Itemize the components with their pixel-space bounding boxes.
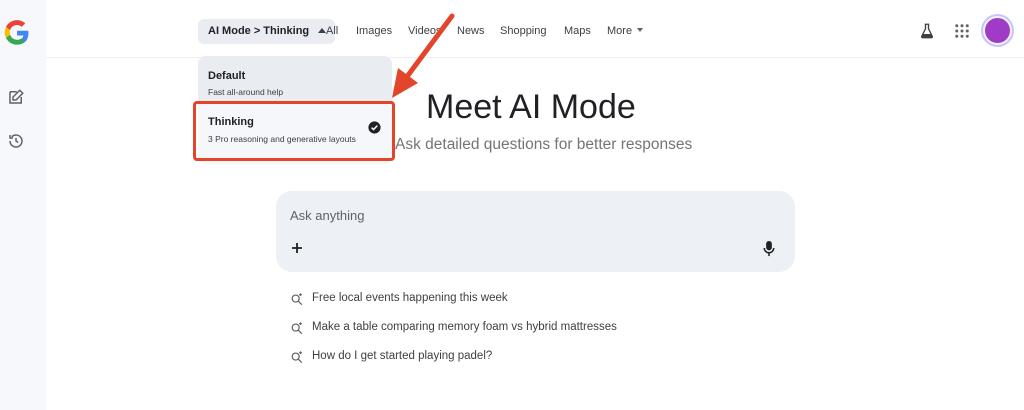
ask-input[interactable]	[290, 205, 690, 225]
mode-option-default[interactable]: Default Fast all-around help	[198, 56, 392, 102]
left-rail	[0, 0, 46, 410]
page-subtitle: Ask detailed questions for better respon…	[395, 136, 693, 153]
mode-option-description: Fast all-around help	[208, 87, 284, 97]
apps-grid-icon[interactable]	[953, 22, 971, 40]
search-sparkle-icon	[291, 293, 303, 306]
mode-selector-label: AI Mode > Thinking	[208, 25, 310, 37]
prompt-box	[276, 191, 795, 272]
suggestion-text: How do I get started playing padel?	[312, 350, 493, 362]
google-logo-icon[interactable]	[3, 19, 31, 47]
history-icon[interactable]	[7, 132, 25, 150]
tab-more-label: More	[607, 25, 633, 37]
suggestion-item[interactable]: Make a table comparing memory foam vs hy…	[290, 320, 670, 336]
annotation-highlight-box	[193, 101, 395, 161]
mic-icon[interactable]	[762, 240, 776, 257]
search-sparkle-icon	[291, 322, 303, 335]
suggestion-item[interactable]: How do I get started playing padel?	[290, 349, 670, 365]
plus-icon[interactable]	[291, 242, 303, 254]
annotation-arrow-icon	[392, 13, 455, 98]
tab-news[interactable]: News	[457, 25, 485, 37]
suggestion-text: Make a table comparing memory foam vs hy…	[312, 321, 617, 333]
chevron-down-icon	[637, 28, 644, 32]
tab-maps[interactable]: Maps	[564, 25, 591, 37]
tab-shopping[interactable]: Shopping	[500, 25, 547, 37]
mode-selector-button[interactable]: AI Mode > Thinking	[198, 19, 336, 44]
suggestion-text: Free local events happening this week	[312, 292, 508, 304]
tab-all[interactable]: All	[326, 25, 338, 37]
tab-more[interactable]: More	[607, 25, 644, 37]
labs-flask-icon[interactable]	[918, 22, 936, 40]
caret-up-icon	[318, 28, 327, 33]
avatar[interactable]	[983, 16, 1012, 45]
new-chat-icon[interactable]	[7, 88, 25, 106]
search-sparkle-icon	[291, 351, 303, 364]
mode-option-title: Default	[208, 70, 246, 82]
suggestion-item[interactable]: Free local events happening this week	[290, 291, 670, 307]
top-bar: AI Mode > Thinking All Images Videos New…	[46, 0, 1024, 58]
